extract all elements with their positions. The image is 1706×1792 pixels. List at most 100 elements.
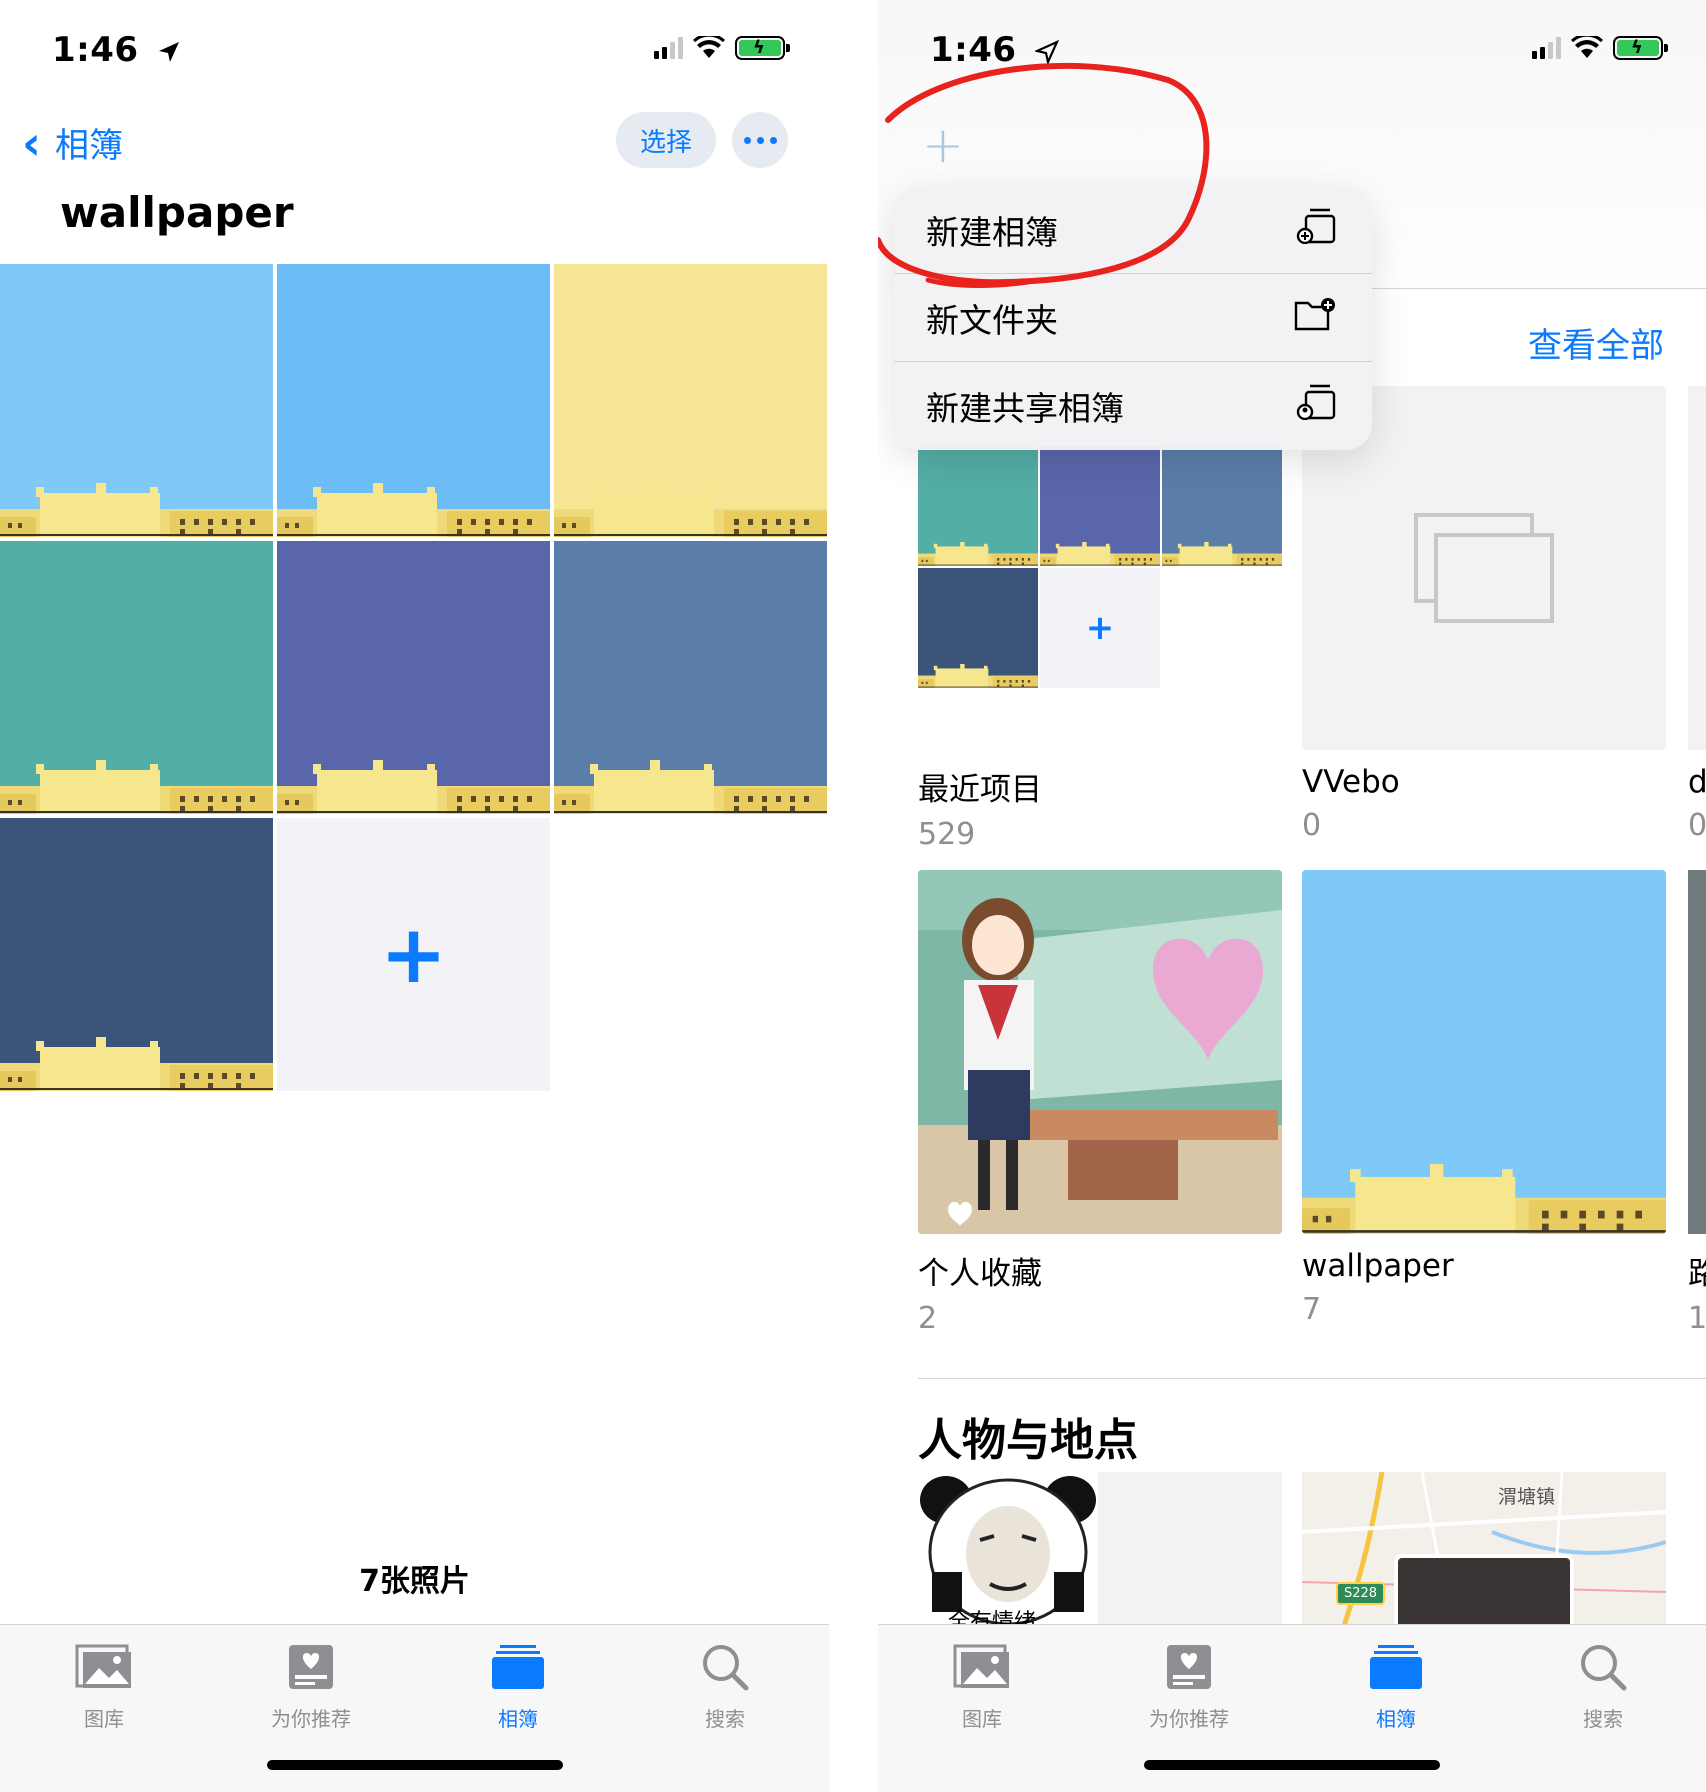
for-you-icon <box>231 1639 391 1695</box>
tab-label: 图库 <box>962 1707 1002 1731</box>
new-folder-icon <box>1294 297 1336 339</box>
tab-label: 相簿 <box>498 1707 538 1731</box>
menu-item-new-folder[interactable]: 新文件夹 <box>894 274 1372 362</box>
photo-library-icon <box>902 1639 1062 1695</box>
photo-thumbnail[interactable] <box>554 541 827 814</box>
albums-icon <box>1316 1639 1476 1695</box>
building-skyline <box>918 542 1038 566</box>
menu-item-new-album[interactable]: 新建相簿 <box>894 186 1372 274</box>
new-shared-album-icon <box>1296 384 1336 428</box>
left-screen: 1:46 ϟ ‹ 相簿 选择 wallpaper + 7张照片 图库 为你推荐 相簿… <box>0 0 829 1792</box>
status-bar: 1:46 ϟ <box>878 0 1706 100</box>
places-map[interactable]: 渭塘镇 S228 <box>1302 1472 1666 1632</box>
building-skyline <box>0 483 273 537</box>
ellipsis-icon <box>743 136 751 144</box>
status-time: 1:46 <box>52 30 181 70</box>
photo-thumbnail[interactable] <box>554 264 827 537</box>
album-partial[interactable]: 路 1( <box>1688 870 1706 1336</box>
album-name: 个人收藏 <box>918 1256 1042 1292</box>
tab-search[interactable]: 搜索 <box>1523 1639 1683 1732</box>
for-you-icon <box>1109 1639 1269 1695</box>
building-skyline <box>277 760 550 814</box>
recent-photo-thumbnail <box>1040 446 1160 566</box>
building-skyline <box>554 483 827 537</box>
album-name: 最近项目 <box>918 772 1042 808</box>
building-skyline <box>0 760 273 814</box>
recents-mini-grid: + <box>918 446 1282 688</box>
album-thumbnail <box>1688 870 1706 1234</box>
album-title: wallpaper <box>60 188 294 237</box>
album-wallpaper[interactable]: wallpaper 7 <box>1302 870 1666 1327</box>
add-button[interactable]: + <box>922 116 964 174</box>
cellular-signal-icon <box>1532 37 1561 59</box>
albums-icon <box>438 1639 598 1695</box>
tab-label: 相簿 <box>1376 1707 1416 1731</box>
building-skyline <box>1302 1164 1666 1234</box>
recent-photo-thumbnail <box>918 568 1038 688</box>
place-photo <box>1394 1554 1574 1632</box>
see-all-link[interactable]: 查看全部 <box>1528 318 1664 367</box>
album-count: 0 <box>1688 808 1706 843</box>
tab-label: 搜索 <box>1583 1707 1623 1731</box>
wifi-icon <box>1571 36 1603 58</box>
photo-thumbnail[interactable] <box>0 818 273 1091</box>
wifi-icon <box>693 36 725 58</box>
home-indicator[interactable] <box>1144 1760 1440 1770</box>
add-context-menu: 新建相簿新文件夹新建共享相簿 <box>894 186 1372 450</box>
building-skyline <box>1040 542 1160 566</box>
anime-girl-image <box>918 870 1282 1234</box>
recent-photo-thumbnail <box>918 446 1038 566</box>
menu-item-label: 新文件夹 <box>926 300 1058 340</box>
tab-photo-library[interactable]: 图库 <box>902 1639 1062 1732</box>
menu-item-new-shared-album[interactable]: 新建共享相簿 <box>894 362 1372 450</box>
tab-for-you[interactable]: 为你推荐 <box>231 1639 391 1732</box>
album-count: 7 <box>1302 1292 1322 1327</box>
chevron-left-icon: ‹ <box>22 115 41 170</box>
back-button[interactable]: ‹ 相簿 <box>22 118 123 167</box>
photo-thumbnail[interactable] <box>277 264 550 537</box>
cellular-signal-icon <box>654 37 683 59</box>
building-skyline <box>277 483 550 537</box>
tab-search[interactable]: 搜索 <box>645 1639 805 1732</box>
tab-bar: 图库 为你推荐 相簿 搜索 <box>0 1624 829 1792</box>
album-partial[interactable]: d 0 <box>1688 386 1706 843</box>
people-album[interactable]: 全有情绪 <box>918 1472 1282 1632</box>
search-icon <box>1523 1639 1683 1695</box>
tab-albums[interactable]: 相簿 <box>1316 1639 1476 1732</box>
tab-bar: 图库 为你推荐 相簿 搜索 <box>878 1624 1706 1792</box>
tab-albums[interactable]: 相簿 <box>438 1639 598 1732</box>
location-arrow-outline-icon <box>1034 39 1059 64</box>
tab-for-you[interactable]: 为你推荐 <box>1109 1639 1269 1732</box>
album-vvebo[interactable]: VVebo 0 <box>1302 386 1666 843</box>
search-icon <box>645 1639 805 1695</box>
album-recents[interactable]: + 最近项目 529 <box>918 386 1282 852</box>
empty-album-icon <box>1414 513 1554 623</box>
album-count: 1( <box>1688 1301 1706 1336</box>
album-name: wallpaper <box>1302 1248 1454 1284</box>
status-bar: 1:46 ϟ <box>0 0 829 100</box>
status-time: 1:46 <box>930 30 1059 70</box>
map-place-label: 渭塘镇 <box>1498 1486 1556 1508</box>
building-skyline <box>0 1037 273 1091</box>
status-icons: ϟ <box>1532 36 1668 60</box>
select-button[interactable]: 选择 <box>616 112 716 168</box>
location-arrow-icon <box>158 41 179 62</box>
album-favorites[interactable]: 个人收藏 2 <box>918 870 1282 1336</box>
photo-count-label: 7张照片 <box>359 1564 470 1599</box>
photo-thumbnail[interactable] <box>0 541 273 814</box>
album-thumbnail <box>918 870 1282 1234</box>
building-skyline <box>918 664 1038 688</box>
tab-photo-library[interactable]: 图库 <box>24 1639 184 1732</box>
photo-thumbnail[interactable] <box>277 541 550 814</box>
battery-icon: ϟ <box>735 36 790 60</box>
right-screen: 1:46 ϟ + 新建相簿 新文件夹 新建共享相簿 查看全部 + 最近项目 529 … <box>878 0 1706 1792</box>
recent-add-icon: + <box>1040 568 1160 688</box>
photo-thumbnail[interactable] <box>0 264 273 537</box>
album-thumbnail <box>1302 870 1666 1234</box>
more-options-button[interactable] <box>732 112 788 168</box>
home-indicator[interactable] <box>266 1760 563 1770</box>
tab-label: 图库 <box>84 1707 124 1731</box>
add-photo-button[interactable]: + <box>277 818 550 1091</box>
photo-library-icon <box>24 1639 184 1695</box>
album-name: VVebo <box>1302 764 1400 800</box>
